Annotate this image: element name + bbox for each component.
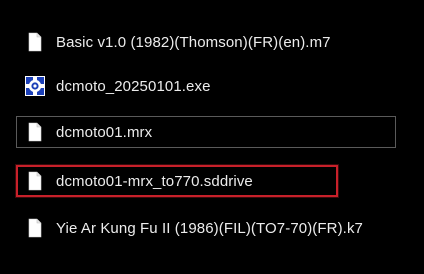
- file-item-sddrive-highlighted[interactable]: dcmoto01-mrx_to770.sddrive: [16, 165, 338, 197]
- file-item-yie-ar-kung-fu-k7[interactable]: Yie Ar Kung Fu II (1986)(FIL)(TO7-70)(FR…: [16, 212, 406, 244]
- document-icon: [28, 171, 42, 191]
- file-item-dcmoto01-mrx[interactable]: dcmoto01.mrx: [16, 116, 396, 148]
- app-exe-icon: [25, 76, 45, 96]
- file-name: Basic v1.0 (1982)(Thomson)(FR)(en).m7: [56, 33, 331, 51]
- file-item-dcmoto-exe[interactable]: dcmoto_20250101.exe: [16, 70, 396, 102]
- document-icon: [28, 218, 42, 238]
- file-name: dcmoto01-mrx_to770.sddrive: [56, 172, 253, 190]
- document-icon: [28, 32, 42, 52]
- file-name: Yie Ar Kung Fu II (1986)(FIL)(TO7-70)(FR…: [56, 219, 363, 237]
- document-icon: [28, 122, 42, 142]
- file-name: dcmoto_20250101.exe: [56, 77, 211, 95]
- file-list: Basic v1.0 (1982)(Thomson)(FR)(en).m7 dc…: [0, 0, 424, 274]
- file-name: dcmoto01.mrx: [56, 123, 153, 141]
- file-item-basic-m7[interactable]: Basic v1.0 (1982)(Thomson)(FR)(en).m7: [16, 26, 396, 58]
